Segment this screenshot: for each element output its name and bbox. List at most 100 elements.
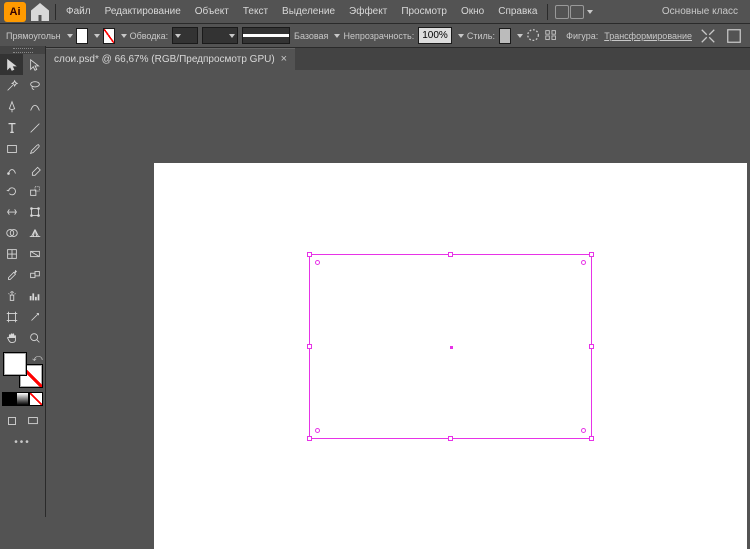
perspective-grid-tool[interactable] (23, 222, 46, 243)
shape-label: Прямоугольн (6, 31, 61, 41)
line-tool[interactable] (23, 117, 46, 138)
fill-box[interactable] (3, 352, 27, 376)
artboard[interactable] (154, 163, 747, 549)
control-bar: Прямоугольн Обводка: Базовая Непрозрачно… (0, 24, 750, 48)
toolbox: ⤺ ••• (0, 46, 46, 517)
zoom-tool[interactable] (23, 327, 46, 348)
stroke-dropdown-icon[interactable] (119, 31, 126, 41)
layout-icon[interactable] (555, 5, 595, 19)
menu-object[interactable]: Объект (188, 0, 236, 24)
menu-help[interactable]: Справка (491, 0, 544, 24)
gradient-tool[interactable] (23, 243, 46, 264)
curvature-tool[interactable] (23, 96, 46, 117)
eyedropper-tool[interactable] (0, 264, 23, 285)
shape-dropdown-icon[interactable] (65, 31, 72, 41)
width-tool[interactable] (0, 201, 23, 222)
stroke-weight-label: Обводка: (130, 31, 169, 41)
document-tab-label: слои.psd* @ 66,67% (RGB/Предпросмотр GPU… (54, 54, 275, 65)
menu-window[interactable]: Окно (454, 0, 491, 24)
resize-handle[interactable] (307, 436, 312, 441)
separator (547, 4, 548, 20)
gradient-mode-icon[interactable] (16, 392, 30, 406)
default-fill-stroke-icon[interactable] (4, 377, 14, 387)
shaper-tool[interactable] (0, 159, 23, 180)
fill-stroke-control[interactable]: ⤺ (3, 352, 43, 388)
fill-swatch[interactable] (76, 28, 88, 44)
center-point[interactable] (450, 346, 453, 349)
screen-mode-icon[interactable] (23, 410, 44, 431)
workarea[interactable] (46, 70, 750, 517)
rotate-tool[interactable] (0, 180, 23, 201)
corner-widget[interactable] (581, 260, 586, 265)
resize-handle[interactable] (589, 344, 594, 349)
pen-tool[interactable] (0, 96, 23, 117)
mesh-tool[interactable] (0, 243, 23, 264)
direct-selection-tool[interactable] (23, 54, 46, 75)
none-mode-icon[interactable] (29, 392, 43, 406)
brush-def-label: Базовая (294, 31, 328, 41)
app-logo: Ai (4, 2, 26, 22)
lasso-tool[interactable] (23, 75, 46, 96)
eraser-tool[interactable] (23, 159, 46, 180)
column-graph-tool[interactable] (23, 285, 46, 306)
selected-rectangle[interactable] (309, 254, 592, 439)
resize-handle[interactable] (589, 252, 594, 257)
home-icon[interactable] (28, 0, 52, 24)
separator (55, 4, 56, 20)
style-dropdown-icon[interactable] (515, 31, 522, 41)
menu-text[interactable]: Текст (236, 0, 275, 24)
menu-effect[interactable]: Эффект (342, 0, 394, 24)
selection-tool[interactable] (0, 54, 23, 75)
scale-tool[interactable] (23, 180, 46, 201)
menu-file[interactable]: Файл (59, 0, 98, 24)
resize-handle[interactable] (589, 436, 594, 441)
symbol-sprayer-tool[interactable] (0, 285, 23, 306)
document-tabbar: слои.psd* @ 66,67% (RGB/Предпросмотр GPU… (0, 48, 750, 70)
recolor-icon[interactable] (526, 26, 540, 46)
swap-fill-stroke-icon[interactable]: ⤺ (32, 353, 42, 363)
corner-widget[interactable] (581, 428, 586, 433)
clip-icon[interactable] (724, 26, 744, 46)
brush-dropdown-icon[interactable] (332, 31, 339, 41)
transform-label[interactable]: Трансформирование (604, 31, 692, 41)
fill-dropdown-icon[interactable] (92, 31, 99, 41)
close-tab-icon[interactable]: × (281, 54, 287, 65)
menu-view[interactable]: Просмотр (394, 0, 454, 24)
menu-select[interactable]: Выделение (275, 0, 342, 24)
resize-handle[interactable] (307, 344, 312, 349)
paintbrush-tool[interactable] (23, 138, 46, 159)
toolbox-handle[interactable] (0, 46, 45, 54)
style-label: Стиль: (467, 31, 495, 41)
workspace-switcher[interactable]: Основные класс (654, 6, 746, 17)
edit-toolbar-button[interactable]: ••• (0, 435, 45, 449)
stroke-weight-input[interactable] (172, 27, 198, 44)
stroke-swatch[interactable] (103, 28, 115, 44)
var-width-input[interactable] (202, 27, 238, 44)
magic-wand-tool[interactable] (0, 75, 23, 96)
corner-widget[interactable] (315, 428, 320, 433)
corner-widget[interactable] (315, 260, 320, 265)
rectangle-tool[interactable] (0, 138, 23, 159)
slice-tool[interactable] (23, 306, 46, 327)
resize-handle[interactable] (307, 252, 312, 257)
isolate-icon[interactable] (698, 26, 718, 46)
hand-tool[interactable] (0, 327, 23, 348)
opacity-label: Непрозрачность: (344, 31, 415, 41)
shape-builder-tool[interactable] (0, 222, 23, 243)
blend-tool[interactable] (23, 264, 46, 285)
document-tab[interactable]: слои.psd* @ 66,67% (RGB/Предпросмотр GPU… (46, 48, 295, 70)
type-tool[interactable] (0, 117, 23, 138)
opacity-dropdown-icon[interactable] (456, 31, 463, 41)
opacity-input[interactable]: 100% (418, 27, 452, 44)
resize-handle[interactable] (448, 436, 453, 441)
free-transform-tool[interactable] (23, 201, 46, 222)
align-icon[interactable] (544, 26, 558, 46)
color-mode-icon[interactable] (2, 392, 16, 406)
menu-edit[interactable]: Редактирование (98, 0, 188, 24)
shape-props-label[interactable]: Фигура: (566, 31, 598, 41)
resize-handle[interactable] (448, 252, 453, 257)
style-swatch[interactable] (499, 28, 511, 44)
draw-mode-normal-icon[interactable] (2, 410, 23, 431)
artboard-tool[interactable] (0, 306, 23, 327)
stroke-profile[interactable] (242, 27, 290, 44)
